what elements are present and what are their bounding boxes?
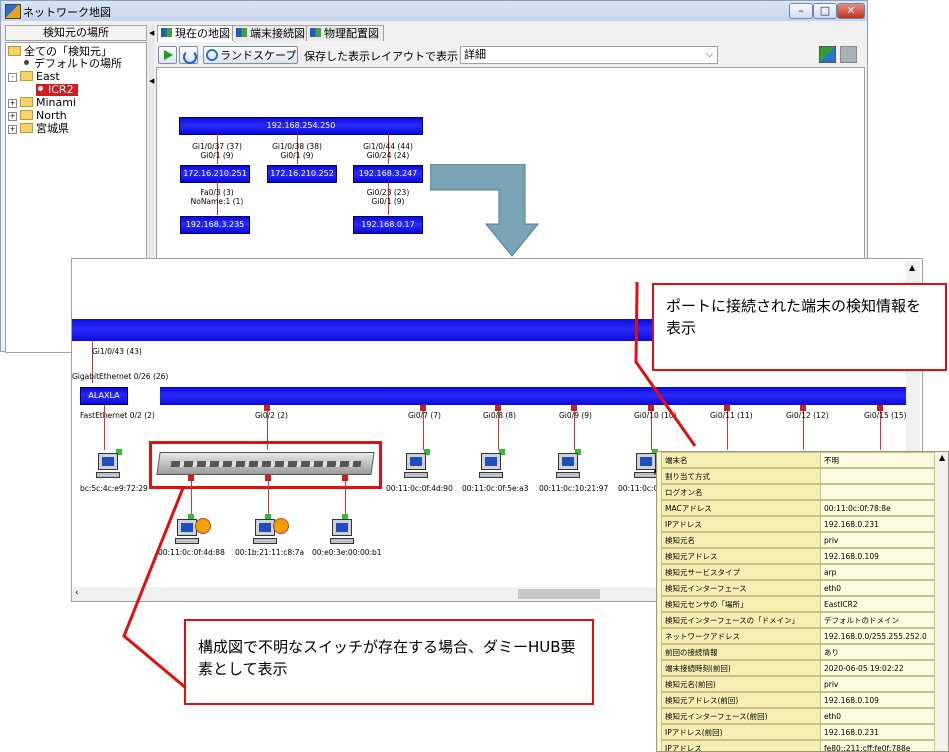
property-row: 前回の接続情報 あり [661,644,935,660]
property-row: 割り当て方式 [661,468,935,484]
property-row: 検知元名 priv [661,532,935,548]
property-row: IPアドレス(前回) 192.168.0.231 [661,724,935,740]
property-row: 検知元名(前回) priv [661,676,935,692]
property-row: 検知元アドレス(前回) 192.168.0.109 [661,692,935,708]
property-row: 端末接続時刻(前回) 2020-06-05 19:02:22 [661,660,935,676]
property-row: ネットワークアドレス 192.168.0.0/255.255.252.0 [661,628,935,644]
callout-dummy-hub: 構成図で不明なスイッチが存在する場合、ダミーHUB要素として表示 [184,619,594,705]
property-row: ログオン名 [661,484,935,500]
property-row: IPアドレス 192.168.0.231 [661,516,935,532]
scroll-up-icon[interactable]: ▲ [939,453,945,462]
property-row: 検知元インターフェース eth0 [661,580,935,596]
terminal-properties-table[interactable]: 端末名 不明 割り当て方式 ログオン名 MACアドレス 00:11:0c:0f:78… [656,451,949,752]
properties-scrollbar[interactable]: ▲ [937,452,948,751]
property-row: 端末名 不明 [661,452,935,468]
property-row: 検知元インターフェースの「ドメイン」 デフォルトのドメイン [661,612,935,628]
property-row: 検知元サービスタイプ arp [661,564,935,580]
property-row: 検知元センサの「場所」 EastICR2 [661,596,935,612]
property-row: IPアドレス fe80::211:cff:fe0f:788e [661,740,935,751]
callout-terminal-info: ポートに接続された端末の検知情報を表示 [652,283,947,371]
property-row: 検知元インターフェース(前回) eth0 [661,708,935,724]
property-row: 検知元アドレス 192.168.0.109 [661,548,935,564]
property-row: MACアドレス 00:11:0c:0f:78:8e [661,500,935,516]
